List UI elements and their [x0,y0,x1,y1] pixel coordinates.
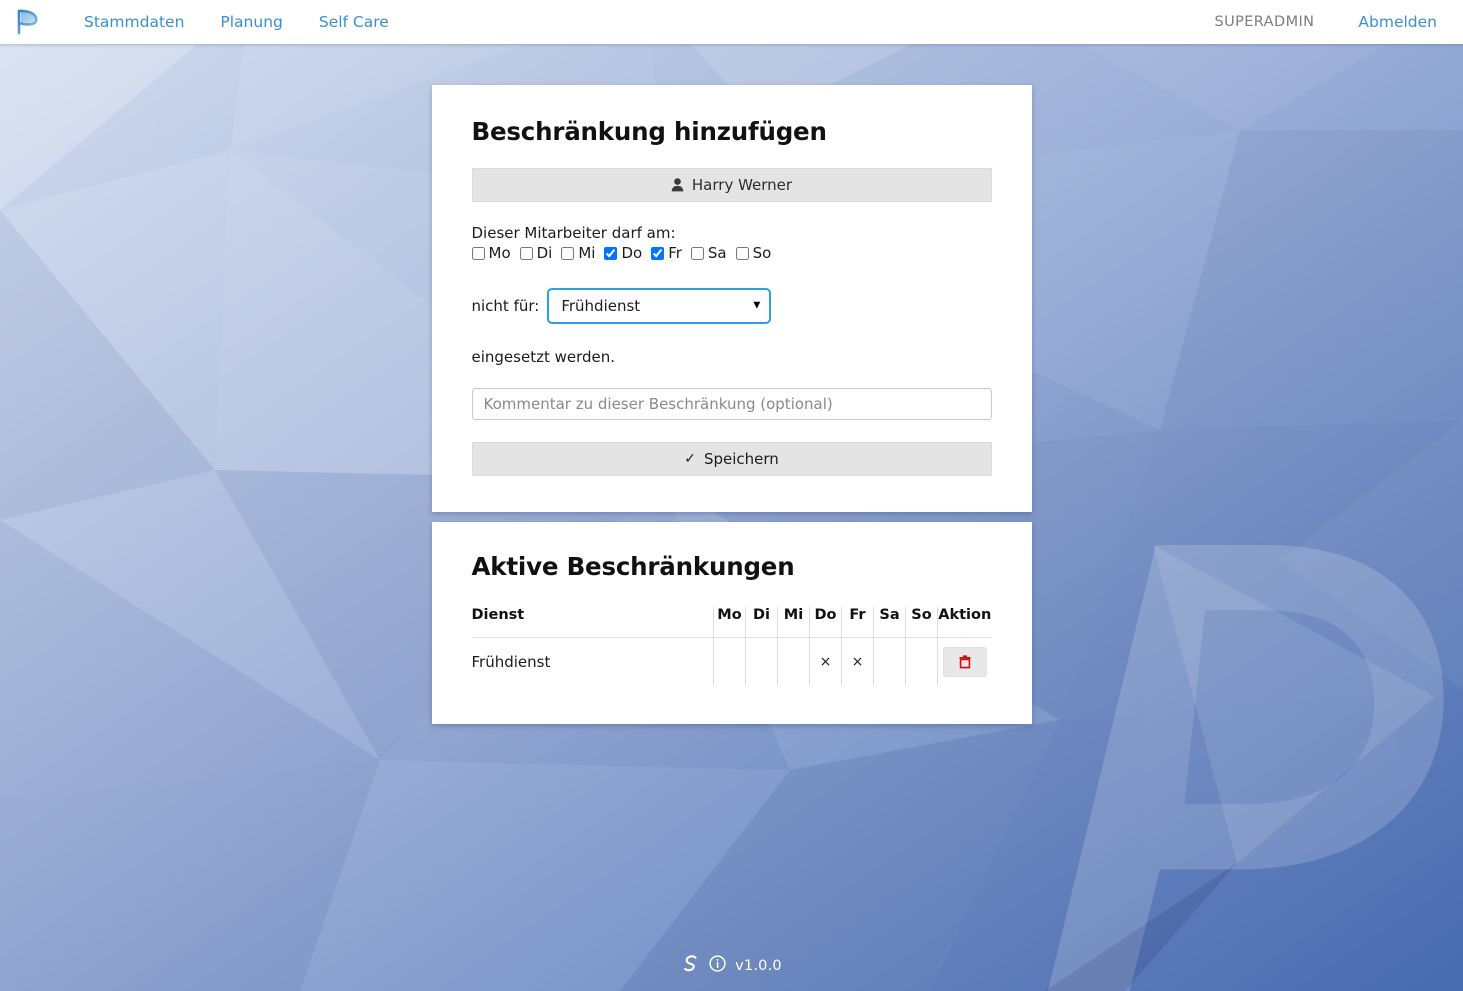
nav-links: Stammdaten Planung Self Care [66,0,407,44]
day-label-di: Di [536,244,553,262]
shift-select-label: nicht für: [471,297,540,315]
column-header-sa: Sa [873,607,906,638]
column-header-aktion: Aktion [937,607,992,638]
table-header-row: Dienst Mo Di Mi Do Fr Sa So Aktion [472,607,992,638]
day-checkbox-do[interactable]: Do [604,244,642,262]
restriction-intro-text: Dieser Mitarbeiter darf am: [471,224,676,242]
day-checkbox-fr[interactable]: Fr [651,244,682,262]
cell-dienst: Frühdienst [471,637,714,686]
page-content: Beschränkung hinzufügen Harry Werner Die… [0,44,1463,724]
nav-link-planung[interactable]: Planung [202,0,300,44]
save-button[interactable]: ✓ Speichern [471,442,992,476]
current-user-label: SUPERADMIN [1214,14,1315,30]
day-checkbox-group: Mo Di Mi Do Fr Sa So [471,244,992,262]
day-checkbox-sa[interactable]: Sa [690,244,727,262]
day-label-fr: Fr [668,244,682,262]
check-icon: ✓ [684,451,696,467]
day-checkbox-so[interactable]: So [735,244,772,262]
cell-aktion [937,637,992,686]
nav-link-stammdaten[interactable]: Stammdaten [66,0,202,44]
trash-icon [959,655,971,669]
day-checkbox-input-fr[interactable] [651,246,665,260]
day-checkbox-input-mi[interactable] [561,246,575,260]
cell-fr: × [841,637,874,686]
cell-so [905,637,938,686]
day-checkbox-input-sa[interactable] [690,246,704,260]
day-checkbox-input-so[interactable] [735,246,749,260]
cell-mo [713,637,746,686]
cell-do: × [809,637,842,686]
person-icon [671,178,684,192]
restriction-tail-text: eingesetzt werden. [471,348,616,366]
cell-mi [777,637,810,686]
column-header-do: Do [809,607,842,638]
shift-select-wrapper: Frühdienst ▼ [547,288,772,324]
nav-link-self-care[interactable]: Self Care [301,0,407,44]
day-label-do: Do [621,244,643,262]
table-row: Frühdienst × × [471,637,992,686]
logout-link[interactable]: Abmelden [1336,0,1445,44]
p-leaf-logo-icon[interactable] [10,6,44,38]
s-swirl-icon [681,954,700,977]
active-restrictions-title: Aktive Beschränkungen [471,552,795,581]
table-head: Dienst Mo Di Mi Do Fr Sa So Aktion [472,607,992,638]
employee-name: Harry Werner [691,176,793,194]
day-checkbox-input-do[interactable] [604,246,618,260]
nav-right-group: SUPERADMIN Abmelden [1192,0,1445,44]
page-footer: v1.0.0 [0,954,1463,977]
active-restrictions-table: Dienst Mo Di Mi Do Fr Sa So Aktion Frühd… [471,607,992,686]
active-restrictions-card: Aktive Beschränkungen Dienst Mo Di Mi Do… [431,522,1032,724]
column-header-mi: Mi [777,607,810,638]
table-body: Frühdienst × × [471,637,992,686]
day-label-sa: Sa [707,244,727,262]
top-navbar: Stammdaten Planung Self Care SUPERADMIN … [0,0,1463,44]
column-header-so: So [905,607,938,638]
comment-input[interactable] [471,388,992,420]
day-checkbox-input-mo[interactable] [471,246,485,260]
save-button-label: Speichern [703,450,779,468]
info-circle-icon[interactable] [709,955,726,976]
column-header-mo: Mo [713,607,746,638]
day-checkbox-di[interactable]: Di [519,244,553,262]
add-restriction-card: Beschränkung hinzufügen Harry Werner Die… [431,85,1032,512]
column-header-dienst: Dienst [471,607,525,623]
day-checkbox-mi[interactable]: Mi [561,244,595,262]
day-checkbox-input-di[interactable] [519,246,533,260]
cell-sa [873,637,906,686]
add-restriction-title: Beschränkung hinzufügen [471,117,827,146]
version-label: v1.0.0 [735,957,782,974]
cell-di [745,637,778,686]
day-label-mi: Mi [578,244,596,262]
column-header-di: Di [745,607,778,638]
employee-selector[interactable]: Harry Werner [471,168,992,202]
shift-select-row: nicht für: Frühdienst ▼ [472,288,992,324]
delete-restriction-button[interactable] [942,647,987,677]
day-label-so: So [752,244,772,262]
column-header-fr: Fr [841,607,874,638]
day-checkbox-mo[interactable]: Mo [471,244,511,262]
day-label-mo: Mo [488,244,511,262]
shift-select[interactable]: Frühdienst [547,288,772,324]
